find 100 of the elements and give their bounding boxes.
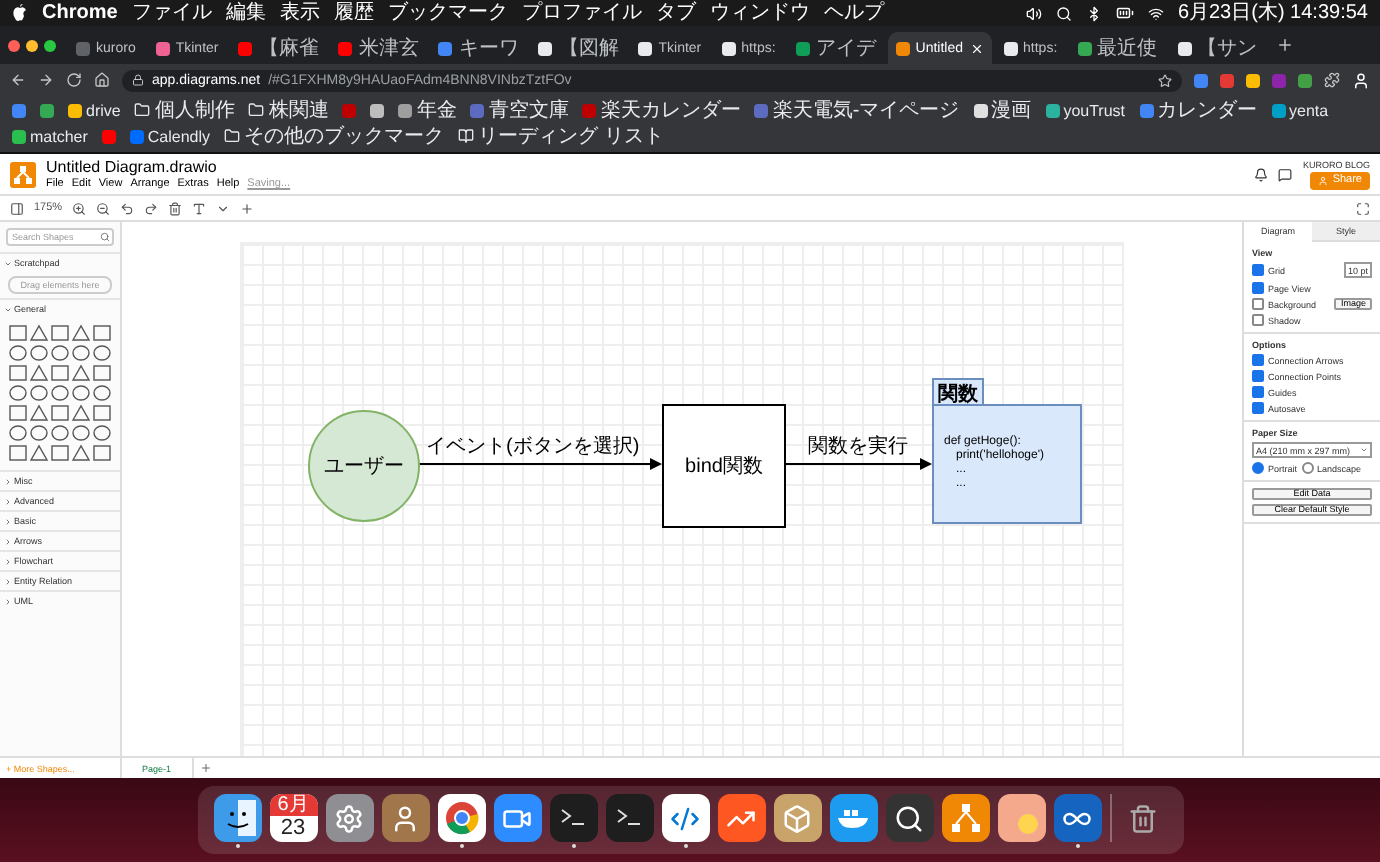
- favicon-icon[interactable]: [12, 103, 26, 117]
- bookmark-link[interactable]: matcher: [12, 124, 88, 148]
- terminal-icon[interactable]: [605, 794, 653, 842]
- minimize-window-button[interactable]: [26, 39, 38, 51]
- bookmark-link[interactable]: カレンダー: [1139, 98, 1258, 122]
- favicon-icon[interactable]: [370, 103, 385, 117]
- box-icon[interactable]: [773, 794, 821, 842]
- checkbox[interactable]: [1252, 298, 1264, 310]
- radio-button[interactable]: [1301, 462, 1314, 474]
- panel-icon[interactable]: [10, 201, 24, 215]
- code-icon[interactable]: [661, 794, 709, 842]
- menu-item[interactable]: タブ: [655, 3, 696, 23]
- caret-icon[interactable]: [216, 201, 231, 215]
- home-icon[interactable]: [94, 72, 110, 88]
- bookmark-link[interactable]: リーディング リスト: [458, 124, 664, 148]
- diagram-app-icon[interactable]: [941, 794, 989, 842]
- favicon-icon[interactable]: [40, 103, 54, 117]
- bookmark-link[interactable]: その他のブックマーク: [224, 124, 445, 148]
- bookmark-link[interactable]: 株関連: [248, 98, 329, 122]
- text-icon[interactable]: [192, 201, 207, 215]
- checkbox[interactable]: [1252, 370, 1264, 382]
- bookmark-link[interactable]: yenta: [1271, 98, 1329, 122]
- browser-tab[interactable]: 【図解: [530, 32, 627, 64]
- insert-icon[interactable]: [240, 201, 255, 215]
- menu-item[interactable]: ファイル: [131, 3, 212, 23]
- star-icon[interactable]: [1158, 73, 1172, 87]
- radio-button[interactable]: [1252, 462, 1264, 474]
- gear-icon[interactable]: [325, 794, 373, 842]
- close-icon[interactable]: [969, 41, 984, 55]
- battery-icon[interactable]: [1115, 4, 1134, 22]
- bookmark-link[interactable]: 楽天電気-マイページ: [754, 98, 960, 122]
- apple-logo-icon[interactable]: [12, 4, 28, 22]
- bookmark-link[interactable]: 個人制作: [134, 98, 235, 122]
- maximize-window-button[interactable]: [44, 39, 56, 51]
- puzzle-icon[interactable]: [1324, 72, 1340, 88]
- bookmark-link[interactable]: Calendly: [129, 124, 211, 148]
- infinity-icon[interactable]: [1053, 794, 1101, 842]
- add-page-icon[interactable]: [199, 762, 212, 774]
- checkbox[interactable]: [1252, 264, 1264, 276]
- container-title: 関数: [932, 378, 984, 406]
- zoom-in-icon[interactable]: [72, 201, 87, 215]
- whale-icon[interactable]: [829, 794, 877, 842]
- wifi-icon[interactable]: [1147, 5, 1164, 21]
- checkbox[interactable]: [1252, 386, 1264, 398]
- browser-tab[interactable]: 【サン: [1169, 32, 1266, 64]
- folder-icon: [224, 128, 241, 144]
- browser-tab[interactable]: 最近使: [1069, 32, 1166, 64]
- magnifier-icon[interactable]: [885, 794, 933, 842]
- undo-icon[interactable]: [120, 201, 135, 215]
- file-title[interactable]: Untitled Diagram.drawio: [46, 158, 291, 176]
- contacts-icon[interactable]: [381, 794, 429, 842]
- browser-tab[interactable]: キーワ: [430, 32, 527, 64]
- bluetooth-icon[interactable]: [1085, 5, 1102, 21]
- shape-library-drawing[interactable]: [6, 322, 114, 466]
- menu-item[interactable]: 履歴: [333, 3, 374, 23]
- user-icon: [1318, 175, 1329, 185]
- bell-icon[interactable]: [1254, 167, 1269, 181]
- browser-tab[interactable]: 米津玄: [330, 32, 427, 64]
- checkbox[interactable]: [1252, 354, 1264, 366]
- menu-item[interactable]: ヘルプ: [823, 3, 884, 23]
- redo-icon[interactable]: [144, 201, 159, 215]
- fullscreen-icon[interactable]: [1356, 201, 1370, 215]
- back-icon[interactable]: [10, 72, 26, 88]
- forward-icon[interactable]: [38, 72, 54, 88]
- reload-icon[interactable]: [66, 72, 82, 88]
- folder-icon: [134, 102, 151, 118]
- calendar-icon[interactable]: 6月 23: [269, 794, 317, 842]
- bookmark-link[interactable]: drive: [68, 98, 121, 122]
- delete-icon[interactable]: [168, 201, 183, 215]
- bookmark-link[interactable]: 楽天カレンダー: [582, 98, 741, 122]
- menu-item[interactable]: 編集: [225, 3, 266, 23]
- browser-tab[interactable]: アイデ: [787, 32, 884, 64]
- profile-avatar-icon[interactable]: [1352, 71, 1370, 89]
- ellipse-node[interactable]: ユーザー: [308, 410, 420, 522]
- bookmark-link[interactable]: 漫画: [973, 98, 1032, 122]
- app-name-menu[interactable]: Chrome: [42, 3, 118, 23]
- checkbox[interactable]: [1252, 314, 1264, 326]
- browser-icon[interactable]: [437, 794, 485, 842]
- menu-item[interactable]: ブックマーク: [387, 3, 508, 23]
- bookmark-link[interactable]: 年金: [398, 98, 457, 122]
- menu-item[interactable]: 表示: [279, 3, 320, 23]
- zoom-out-icon[interactable]: [96, 201, 111, 215]
- checkbox[interactable]: [1252, 402, 1264, 414]
- bookmark-link[interactable]: 青空文庫: [470, 98, 569, 122]
- checkbox[interactable]: [1252, 282, 1264, 294]
- bookmark-link[interactable]: youTrust: [1045, 98, 1126, 122]
- menu-item[interactable]: ウィンドウ: [709, 3, 810, 23]
- rectangle-node[interactable]: bind関数: [662, 404, 786, 528]
- favicon-icon[interactable]: [101, 129, 116, 143]
- image-viewer-icon[interactable]: [997, 794, 1045, 842]
- face-icon[interactable]: [213, 794, 261, 842]
- terminal-icon[interactable]: [549, 794, 597, 842]
- calendar-day-text: 23: [280, 816, 306, 842]
- menu-item[interactable]: プロファイル: [521, 3, 642, 23]
- comment-icon[interactable]: [1278, 167, 1293, 181]
- speaker-icon[interactable]: [1025, 5, 1042, 21]
- new-tab-icon[interactable]: [1275, 36, 1294, 54]
- browser-tab[interactable]: 【麻雀: [230, 32, 327, 64]
- close-window-button[interactable]: [8, 39, 20, 51]
- video-camera-icon[interactable]: [493, 794, 541, 842]
